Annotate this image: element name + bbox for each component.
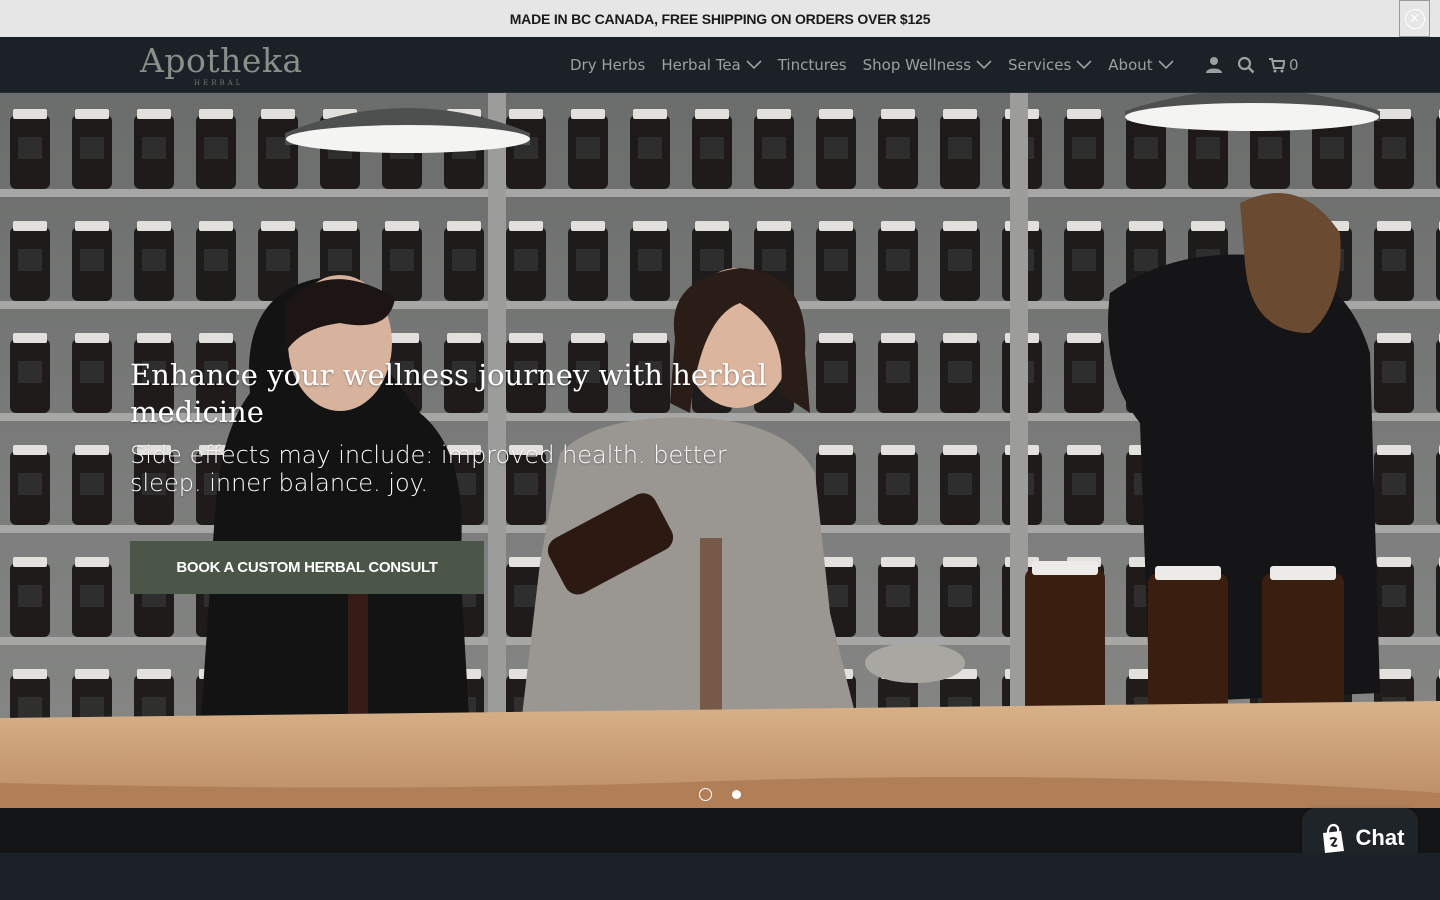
nav-label: Services	[1008, 56, 1072, 74]
logo-subtext: HERBAL	[194, 79, 244, 87]
announcement-close-button[interactable]: ×	[1399, 0, 1430, 37]
nav-label: Herbal Tea	[661, 56, 741, 74]
cart-button[interactable]: 0	[1269, 56, 1299, 74]
nav-item-shop-wellness[interactable]: Shop Wellness	[863, 56, 992, 74]
page-content-start	[0, 853, 1440, 900]
slideshow-pagination	[699, 788, 761, 801]
nav-item-tinctures[interactable]: Tinctures	[778, 56, 847, 74]
chevron-down-icon	[1158, 60, 1174, 70]
nav-label: Tinctures	[777, 56, 847, 74]
nav-label: About	[1108, 56, 1153, 74]
nav-item-about[interactable]: About	[1108, 56, 1174, 74]
chat-label: Chat	[1355, 825, 1405, 850]
announcement-text: MADE IN BC CANADA, FREE SHIPPING ON ORDE…	[509, 10, 931, 27]
close-icon: ×	[1404, 8, 1425, 29]
nav-item-herbal-tea[interactable]: Herbal Tea	[661, 56, 762, 74]
chevron-down-icon	[746, 60, 762, 70]
chevron-down-icon	[976, 60, 992, 70]
nav-item-services[interactable]: Services	[1008, 56, 1092, 74]
search-icon[interactable]	[1237, 56, 1255, 74]
site-header: Apotheka HERBAL Dry Herbs Herbal Tea Tin…	[0, 37, 1440, 93]
logo-text: Apotheka	[140, 41, 303, 80]
chevron-down-icon	[1076, 60, 1092, 70]
hero-slideshow: Enhance your wellness journey with herba…	[0, 93, 1440, 853]
announcement-bar: MADE IN BC CANADA, FREE SHIPPING ON ORDE…	[0, 0, 1440, 37]
chat-button[interactable]: Chat	[1302, 808, 1418, 853]
nav-label: Dry Herbs	[570, 56, 646, 74]
nav-label: Shop Wellness	[862, 56, 972, 74]
hero-copy: Enhance your wellness journey with herba…	[130, 357, 790, 497]
shopify-bag-icon	[1322, 823, 1344, 853]
logo[interactable]: Apotheka HERBAL	[140, 41, 305, 89]
nav-item-dry-herbs[interactable]: Dry Herbs	[570, 56, 645, 74]
hero-title: Enhance your wellness journey with herba…	[130, 358, 767, 429]
slide-dot-1[interactable]	[699, 788, 712, 801]
hero-subtitle: Side effects may include: improved healt…	[130, 441, 727, 497]
cart-icon	[1269, 58, 1285, 73]
account-icon[interactable]	[1205, 56, 1223, 74]
cart-count: 0	[1289, 56, 1299, 74]
header-icons: 0	[1205, 37, 1313, 93]
book-consult-button[interactable]: BOOK A CUSTOM HERBAL CONSULT	[130, 541, 484, 594]
main-nav: Dry Herbs Herbal Tea Tinctures Shop Well…	[570, 37, 1190, 93]
slide-dot-2[interactable]	[732, 790, 741, 799]
